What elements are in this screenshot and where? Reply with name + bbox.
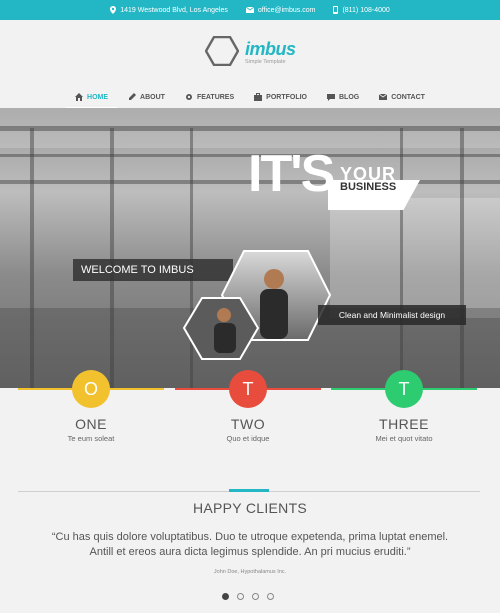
home-icon (75, 93, 84, 101)
site-logo[interactable]: imbus Simple Template (204, 35, 305, 71)
feature-title: THREE (379, 416, 429, 432)
feature-two[interactable]: T TWO Quo et idque (175, 370, 321, 450)
tagline-banner: Clean and Minimalist design (318, 305, 466, 325)
map-pin-icon (110, 6, 117, 14)
hexagon-logo-icon (204, 35, 240, 71)
nav-label: CONTACT (391, 93, 425, 101)
nav-label: BLOG (339, 93, 360, 101)
slider-pagination (222, 593, 274, 600)
clients-title: HAPPY CLIENTS (192, 500, 308, 516)
feature-circle-icon: T (229, 370, 267, 408)
envelope-icon (245, 7, 254, 13)
feature-circle-icon: O (72, 370, 110, 408)
slide-dot-4[interactable] (267, 593, 274, 600)
nav-item-contact[interactable]: CONTACT (370, 86, 434, 108)
nav-label: PORTFOLIO (266, 93, 307, 101)
address-text: 1419 Westwood Blvd, Los Angeles (120, 6, 228, 14)
quote-line-1: “Cu has quis dolore voluptatibus. Duo te… (51, 531, 449, 543)
feature-title: ONE (75, 416, 107, 432)
feature-circle-icon: T (385, 370, 423, 408)
quote-line-2: Antill et ereos aura dicta legimus splen… (89, 546, 411, 558)
slide-dot-2[interactable] (237, 593, 244, 600)
feature-subtitle: Te eum soleat (67, 434, 115, 443)
briefcase-icon (254, 93, 263, 101)
address-info: 1419 Westwood Blvd, Los Angeles (110, 6, 228, 14)
phone-info: (811) 108-4000 (333, 6, 390, 14)
nav-label: FEATURES (196, 93, 235, 101)
slide-dot-1[interactable] (222, 593, 229, 600)
feature-subtitle: Mei et quot vitato (375, 434, 433, 443)
hero-title: IT'S (248, 145, 335, 203)
nav-item-blog[interactable]: BLOG (318, 86, 368, 108)
mobile-phone-icon (333, 6, 339, 14)
hero-slider: IT'S YOUR BUSINESS WELCOME TO IMBUS Clea… (0, 108, 500, 388)
nav-item-home[interactable]: HOME (66, 86, 118, 110)
envelope-icon (378, 93, 388, 101)
nav-item-about[interactable]: ABOUT (119, 86, 174, 108)
pencil-icon (128, 93, 137, 101)
gear-icon (185, 93, 193, 101)
hexagon-image-collage (182, 243, 332, 360)
comment-icon (327, 93, 335, 101)
nav-label: ABOUT (140, 93, 165, 101)
nav-item-features[interactable]: FEATURES (176, 86, 243, 108)
nav-label: HOME (87, 93, 109, 101)
slide-dot-3[interactable] (252, 593, 259, 600)
email-text[interactable]: office@imbus.com (258, 7, 316, 14)
testimonial-quote: “Cu has quis dolore voluptatibus. Duo te… (20, 530, 480, 560)
feature-title: TWO (230, 416, 266, 432)
logo-subtitle: Simple Template (245, 59, 286, 66)
main-navigation: HOME ABOUT FEATURES PORTFOLIO BLOG CONTA… (0, 86, 500, 110)
phone-text: (811) 108-4000 (342, 6, 390, 14)
feature-one[interactable]: O ONE Te eum soleat (18, 370, 164, 450)
email-info[interactable]: office@imbus.com (245, 7, 316, 14)
top-info-bar: 1419 Westwood Blvd, Los Angeles office@i… (0, 0, 500, 20)
feature-three[interactable]: T THREE Mei et quot vitato (331, 370, 477, 450)
nav-item-portfolio[interactable]: PORTFOLIO (245, 86, 316, 108)
section-accent-bar (229, 489, 269, 492)
feature-subtitle: Quo et idque (226, 434, 270, 443)
logo-title: imbus (245, 39, 296, 60)
testimonial-author: John Doe, Hypothalamus Inc. (213, 569, 287, 575)
